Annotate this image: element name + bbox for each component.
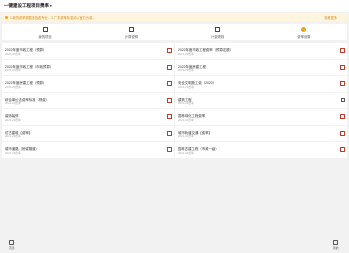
edit-icon[interactable]	[340, 147, 345, 152]
card-subtitle: 2021-22费率	[178, 51, 194, 56]
notice-banner: 1.我的费率调整涉及各专业... 2.广东费率标准请以官方为准... 查看更多	[2, 13, 347, 21]
rate-card[interactable]: 城市轨道交通【费率】 2021-22费率	[175, 125, 347, 141]
edit-icon[interactable]	[340, 64, 345, 70]
tab-rate-settings[interactable]: 费率设置	[261, 24, 347, 40]
edit-icon[interactable]	[340, 48, 345, 53]
card-row: 综合单价法费率标准（规费） 2021-22费率 建筑工程 2021-22费率	[2, 92, 347, 108]
rate-card[interactable]: 2022年度市政工程（预算） 2021-22费率	[2, 43, 174, 59]
notice-more-link[interactable]: 查看更多	[324, 15, 337, 20]
edit-icon[interactable]	[167, 64, 172, 70]
card-subtitle: 2021-22费率	[5, 134, 21, 138]
edit-icon[interactable]	[167, 130, 172, 136]
notice-message: 1.我的费率调整涉及各专业... 2.广东费率标准请以官方为准...	[10, 16, 95, 20]
tab-label: 计算说明	[124, 34, 138, 39]
rate-card[interactable]: 仿古建筑【费率】 2021-22费率	[2, 125, 174, 141]
card-subtitle: 2021-22费率	[178, 134, 194, 138]
edit-icon[interactable]	[340, 81, 345, 86]
card-subtitle: 2021-22费率	[5, 117, 21, 122]
nav-me[interactable]: 我的	[333, 240, 339, 250]
rate-card[interactable]: 园林绿化工程费率 2021-22费率	[175, 109, 347, 125]
top-bar: 一键建设工程项目费率▾	[0, 0, 349, 12]
edit-icon[interactable]	[340, 130, 345, 136]
rate-card[interactable]: 建筑工程 2021-22费率	[175, 92, 347, 108]
card-row: 2022年度市政工程（预算） 2021-22费率 2022年度市政工程费率（预算定…	[2, 43, 347, 59]
page-title[interactable]: 一键建设工程项目费率▾	[4, 3, 52, 9]
card-subtitle: 2021-22费率	[5, 51, 21, 56]
edit-icon[interactable]	[167, 81, 172, 86]
rate-card[interactable]: 城市道路（桥梁隧道） 2021-22费率	[2, 142, 174, 158]
chevron-down-icon[interactable]: ▾	[50, 4, 52, 8]
rate-card[interactable]: 2022年度房建工程 2021-22费率	[175, 59, 347, 75]
calculator-icon	[128, 27, 134, 32]
user-icon	[333, 240, 339, 245]
rate-card[interactable]: 综合单价法费率标准（规费） 2021-22费率	[2, 92, 174, 108]
card-row: 仿古建筑【费率】 2021-22费率 城市轨道交通【费率】 2021-22费率	[2, 125, 347, 141]
tab-label: 计费规则	[211, 34, 225, 39]
edit-icon[interactable]	[167, 97, 172, 103]
card-subtitle: 2021-22费率	[178, 68, 194, 72]
document-icon	[42, 27, 48, 32]
rate-card[interactable]: 安全文明施工费（2020） 2021-22费率	[175, 76, 347, 92]
card-row: 装饰装修 2021-22费率 园林绿化工程费率 2021-22费率	[2, 109, 347, 125]
rate-card[interactable]: 2022年度房建工程（预算） 2021-22费率	[2, 76, 174, 92]
card-subtitle: 2021-22费率	[5, 84, 21, 89]
tab-my-projects[interactable]: 我的项目	[2, 24, 88, 40]
card-row: 2022年度房建工程（预算） 2021-22费率 安全文明施工费（2020） 202…	[2, 76, 347, 92]
card-subtitle: 2021-22费率	[5, 68, 21, 72]
tab-label: 我的项目	[38, 34, 52, 39]
card-subtitle: 2021-22费率	[5, 150, 21, 155]
function-tabs: 我的项目 计算说明 计费规则 费率设置	[2, 24, 347, 40]
card-subtitle: 2021-22费率	[178, 101, 194, 105]
warning-icon	[5, 15, 8, 19]
tab-calculation[interactable]: 计算说明	[88, 24, 174, 40]
card-row: 城市道路（桥梁隧道） 2021-22费率 园林古建工程（市政一级） 2021-22费…	[2, 142, 347, 158]
tab-rules[interactable]: 计费规则	[175, 24, 261, 40]
edit-icon[interactable]	[167, 48, 172, 53]
card-row: 2022年度市政工程（市政预算） 2021-22费率 2022年度房建工程 2021…	[2, 59, 347, 75]
card-subtitle: 2021-22费率	[178, 150, 194, 155]
card-subtitle: 2021-22费率	[178, 117, 194, 122]
rate-card-grid: 2022年度市政工程（预算） 2021-22费率 2022年度市政工程费率（预算定…	[2, 43, 347, 159]
rate-card[interactable]: 装饰装修 2021-22费率	[2, 109, 174, 125]
nav-home[interactable]: 首页	[9, 240, 15, 250]
edit-icon[interactable]	[340, 114, 345, 119]
card-subtitle: 2021-22费率	[178, 84, 194, 89]
rate-card[interactable]: 园林古建工程（市政一级） 2021-22费率	[175, 142, 347, 158]
tab-label: 费率设置	[297, 34, 311, 39]
edit-icon[interactable]	[167, 114, 172, 119]
nav-label: 首页	[9, 246, 15, 250]
rate-card[interactable]: 2022年度市政工程（市政预算） 2021-22费率	[2, 59, 174, 75]
edit-icon[interactable]	[167, 147, 172, 152]
edit-icon[interactable]	[340, 97, 345, 102]
home-icon	[9, 240, 15, 245]
coin-icon	[301, 27, 307, 32]
rate-card[interactable]: 2022年度市政工程费率（预算定额） 2021-22费率	[175, 43, 347, 59]
page-title-text: 一键建设工程项目费率	[4, 3, 49, 8]
nav-label: 我的	[333, 246, 339, 250]
chart-icon	[215, 27, 221, 32]
card-subtitle: 2021-22费率	[5, 101, 21, 105]
bottom-nav: 首页 我的	[0, 238, 349, 253]
